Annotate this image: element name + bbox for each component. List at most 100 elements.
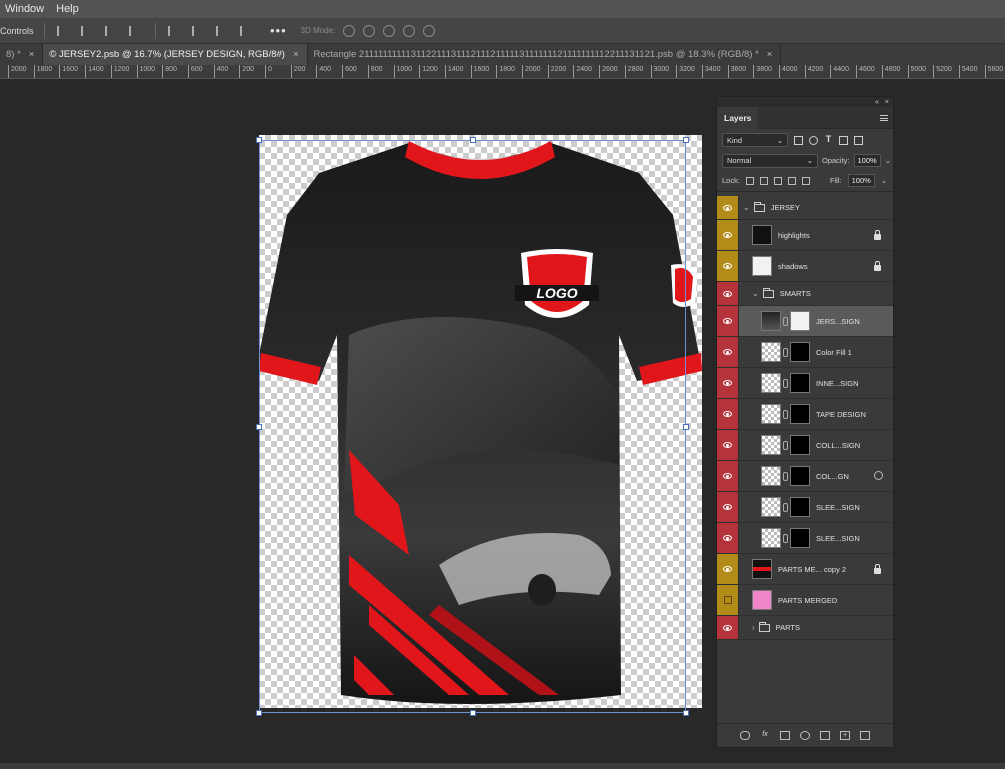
layer-mask-thumbnail[interactable] [790, 466, 810, 486]
layer-thumbnail[interactable] [761, 497, 781, 517]
align-center-icon[interactable] [81, 25, 93, 36]
link-icon[interactable] [783, 316, 788, 326]
layer-row[interactable]: ⌄ JERSEY [717, 196, 893, 220]
visibility-toggle[interactable] [717, 523, 739, 553]
visibility-toggle[interactable] [717, 282, 739, 305]
layer-row[interactable]: PARTS MERGED [717, 585, 893, 616]
more-options-icon[interactable]: ••• [270, 23, 287, 38]
transform-handle[interactable] [256, 424, 262, 430]
distribute-horizontal-icon[interactable] [129, 25, 141, 36]
lock-position-icon[interactable] [773, 176, 782, 185]
layer-thumbnail[interactable] [761, 466, 781, 486]
lock-all-icon[interactable] [801, 176, 810, 185]
visibility-toggle[interactable] [717, 251, 739, 281]
delete-icon[interactable] [860, 731, 870, 740]
3d-slide-icon[interactable] [403, 24, 416, 37]
3d-pan-icon[interactable] [383, 24, 396, 37]
visibility-toggle[interactable] [717, 554, 739, 584]
lock-image-icon[interactable] [759, 176, 768, 185]
clipping-icon[interactable] [874, 471, 883, 480]
layer-mask-thumbnail[interactable] [790, 311, 810, 331]
blend-mode-select[interactable]: Normal ⌄ [722, 153, 818, 168]
filter-type-icon[interactable]: T [824, 134, 833, 145]
layer-mask-thumbnail[interactable] [790, 404, 810, 424]
chevron-down-icon[interactable]: ⌄ [881, 176, 887, 185]
layer-thumbnail[interactable] [761, 373, 781, 393]
link-icon[interactable] [783, 409, 788, 419]
new-group-icon[interactable] [820, 731, 830, 740]
layer-mask-thumbnail[interactable] [790, 497, 810, 517]
layer-thumbnail[interactable] [752, 590, 772, 610]
visibility-toggle[interactable] [717, 585, 739, 615]
align-left-icon[interactable] [57, 25, 69, 36]
link-layers-icon[interactable] [740, 731, 750, 740]
layer-thumbnail[interactable] [761, 435, 781, 455]
tab-rectangle[interactable]: Rectangle 211111111113112211131112111211… [308, 44, 782, 65]
transform-handle[interactable] [256, 137, 262, 143]
layer-thumbnail[interactable] [752, 559, 772, 579]
transform-bounding-box[interactable] [259, 140, 686, 713]
layer-row[interactable]: › PARTS [717, 616, 893, 640]
layer-thumbnail[interactable] [752, 225, 772, 245]
chevron-down-icon[interactable]: ⌄ [885, 156, 891, 165]
layer-thumbnail[interactable] [752, 256, 772, 276]
link-icon[interactable] [783, 471, 788, 481]
layer-thumbnail[interactable] [761, 311, 781, 331]
close-icon[interactable]: × [29, 49, 35, 60]
visibility-toggle[interactable] [717, 306, 739, 336]
controls-label[interactable]: Controls [0, 26, 34, 36]
layer-row[interactable]: JERS...SIGN [717, 306, 893, 337]
transform-handle[interactable] [470, 710, 476, 716]
filter-shape-icon[interactable] [839, 135, 848, 145]
layer-row[interactable]: SLEE...SIGN [717, 523, 893, 554]
layer-row[interactable]: TAPE DESIGN [717, 399, 893, 430]
horizontal-ruler[interactable]: 2000 1800 1600 1400 1200 1000 800 600 400 200 0 200… [0, 65, 1005, 79]
layer-mask-thumbnail[interactable] [790, 528, 810, 548]
layer-row[interactable]: PARTS ME... copy 2 [717, 554, 893, 585]
fill-input[interactable]: 100% [847, 174, 875, 187]
transform-handle[interactable] [470, 137, 476, 143]
visibility-toggle[interactable] [717, 337, 739, 367]
link-icon[interactable] [783, 533, 788, 543]
align-middle-icon[interactable] [192, 25, 204, 36]
tab-jersey2[interactable]: © JERSEY2.psb @ 16.7% (JERSEY DESIGN, RG… [43, 44, 308, 65]
filter-adjustment-icon[interactable] [809, 135, 818, 145]
layer-mask-thumbnail[interactable] [790, 373, 810, 393]
layer-row[interactable]: ⌄ SMARTS [717, 282, 893, 306]
lock-artboard-icon[interactable] [787, 176, 796, 185]
layer-row[interactable]: Color Fill 1 [717, 337, 893, 368]
new-layer-icon[interactable]: + [840, 731, 850, 740]
layer-row[interactable]: SLEE...SIGN [717, 492, 893, 523]
filter-kind-select[interactable]: Kind ⌄ [722, 133, 788, 147]
fx-icon[interactable]: fx [760, 731, 770, 740]
chevron-down-icon[interactable]: ⌄ [743, 203, 750, 212]
3d-roll-icon[interactable] [363, 24, 376, 37]
visibility-toggle[interactable] [717, 399, 739, 429]
layer-row[interactable]: shadows [717, 251, 893, 282]
layer-mask-thumbnail[interactable] [790, 435, 810, 455]
layer-thumbnail[interactable] [761, 404, 781, 424]
visibility-toggle[interactable] [717, 430, 739, 460]
close-icon[interactable]: × [885, 99, 889, 106]
layer-mask-thumbnail[interactable] [790, 342, 810, 362]
link-icon[interactable] [783, 502, 788, 512]
add-mask-icon[interactable] [780, 731, 790, 740]
link-icon[interactable] [783, 347, 788, 357]
filter-pixel-icon[interactable] [794, 135, 803, 145]
visibility-toggle[interactable] [717, 220, 739, 250]
visibility-toggle[interactable] [717, 196, 739, 219]
link-icon[interactable] [783, 440, 788, 450]
transform-handle[interactable] [683, 710, 689, 716]
visibility-toggle[interactable] [717, 492, 739, 522]
menu-help[interactable]: Help [56, 3, 79, 15]
3d-scale-icon[interactable] [423, 24, 436, 37]
lock-transparent-icon[interactable] [745, 176, 754, 185]
layer-thumbnail[interactable] [761, 528, 781, 548]
close-icon[interactable]: × [293, 49, 299, 60]
distribute-vertical-icon[interactable] [240, 25, 252, 36]
align-bottom-icon[interactable] [216, 25, 228, 36]
visibility-toggle[interactable] [717, 368, 739, 398]
menu-window[interactable]: Window [5, 3, 44, 15]
close-icon[interactable]: × [767, 49, 773, 60]
opacity-input[interactable]: 100% [853, 154, 881, 167]
